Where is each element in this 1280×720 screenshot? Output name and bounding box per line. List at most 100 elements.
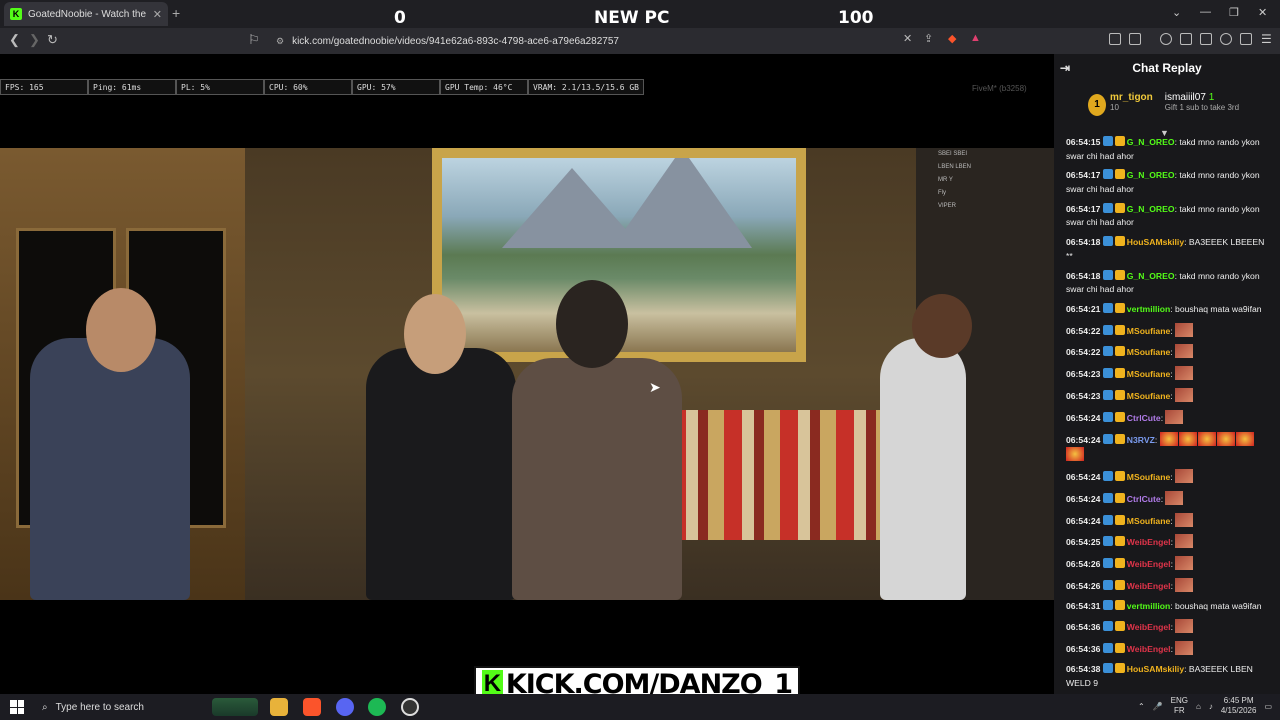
chat-message[interactable]: 06:54:31 vertmillion: boushaq mata wa9if… xyxy=(1066,599,1270,614)
chat-message[interactable]: 06:54:15 G_N_OREO: takd mno rando ykon s… xyxy=(1066,136,1270,163)
chat-username[interactable]: G_N_OREO xyxy=(1127,170,1175,180)
chat-message[interactable]: 06:54:23 MSoufiane: xyxy=(1066,366,1270,382)
tab-list-chevron-icon[interactable]: ⌄ xyxy=(1172,6,1181,19)
chat-message[interactable]: 06:54:36 WeibEngel: xyxy=(1066,641,1270,657)
gifter-first[interactable]: mr_tigon 10 xyxy=(1110,92,1153,112)
chat-message[interactable]: 06:54:23 MSoufiane: xyxy=(1066,388,1270,404)
vpn-icon[interactable] xyxy=(1240,33,1252,45)
chat-message[interactable]: 06:54:24 N3RVZ: xyxy=(1066,431,1270,463)
chat-message[interactable]: 06:54:24 MSoufiane: xyxy=(1066,512,1270,529)
bookmark-icon[interactable]: ⚐ xyxy=(248,32,260,48)
chat-username[interactable]: CtrlCute xyxy=(1127,413,1161,423)
brave-icon[interactable] xyxy=(303,698,321,716)
painting-mountain xyxy=(612,158,752,248)
file-explorer-icon[interactable] xyxy=(270,698,288,716)
tab-close-icon[interactable]: ✕ xyxy=(153,8,162,21)
chat-message[interactable]: 06:54:24 MSoufiane: xyxy=(1066,468,1270,485)
chat-username[interactable]: MSoufiane xyxy=(1127,326,1170,336)
obs-icon[interactable] xyxy=(401,698,419,716)
chat-message[interactable]: 06:54:24 CtrlCute: xyxy=(1066,490,1270,507)
chat-username[interactable]: N3RVZ xyxy=(1127,435,1155,445)
clock[interactable]: 6:45 PM 4/15/2026 xyxy=(1221,696,1257,716)
back-icon[interactable]: ❮ xyxy=(9,32,20,48)
share-icon[interactable]: ⇪ xyxy=(924,32,933,45)
network-icon[interactable]: ⌂ xyxy=(1196,702,1201,711)
chat-username[interactable]: WeibEngel xyxy=(1127,537,1171,547)
chat-message[interactable]: 06:54:22 MSoufiane: xyxy=(1066,322,1270,339)
chat-message[interactable]: 06:54:21 vertmillion: boushaq mata wa9if… xyxy=(1066,302,1270,317)
scroll-to-bottom-icon[interactable]: ▼ xyxy=(1160,128,1169,138)
brave-shield-icon[interactable]: ◆ xyxy=(948,32,956,45)
close-window-icon[interactable]: ✕ xyxy=(1258,6,1267,19)
chat-username[interactable]: CtrlCute xyxy=(1127,494,1161,504)
leo-icon[interactable] xyxy=(1220,33,1232,45)
windows-start-icon[interactable] xyxy=(10,700,24,714)
chat-message[interactable]: 06:54:17 G_N_OREO: takd mno rando ykon s… xyxy=(1066,169,1270,196)
chat-username[interactable]: MSoufiane xyxy=(1127,472,1170,482)
microphone-icon[interactable]: 🎤 xyxy=(1153,702,1163,711)
chat-messages: 06:54:15 G_N_OREO: takd mno rando ykon s… xyxy=(1054,136,1280,694)
menu-icon[interactable]: ☰ xyxy=(1261,32,1272,46)
discord-icon[interactable] xyxy=(336,698,354,716)
chat-username[interactable]: G_N_OREO xyxy=(1127,271,1175,281)
volume-icon[interactable]: ♪ xyxy=(1209,702,1213,711)
chat-username[interactable]: WeibEngel xyxy=(1127,644,1171,654)
chat-timestamp: 06:54:23 xyxy=(1066,391,1101,401)
chat-username[interactable]: WeibEngel xyxy=(1127,559,1171,569)
chat-message[interactable]: 06:54:26 WeibEngel: xyxy=(1066,556,1270,572)
chat-timestamp: 06:54:24 xyxy=(1066,515,1101,526)
tab-goatednoobie[interactable]: K GoatedNoobie - Watch the V ✕ xyxy=(4,2,168,26)
new-tab-button[interactable]: + xyxy=(172,5,180,21)
chat-message[interactable]: 06:54:24 CtrlCute: xyxy=(1066,409,1270,426)
reload-icon[interactable]: ↻ xyxy=(47,32,58,48)
chat-text: : xyxy=(1170,325,1173,336)
language-indicator[interactable]: ENG FR xyxy=(1171,696,1188,716)
tray-overflow-icon[interactable]: ⌃ xyxy=(1138,702,1145,711)
chat-emote-icon xyxy=(1197,431,1216,446)
chat-emote-icon xyxy=(1178,431,1197,446)
chat-username[interactable]: MSoufiane xyxy=(1127,516,1170,526)
chat-message[interactable]: 06:54:18 HouSAMskiliy: BA3EEEK LBEEEN ** xyxy=(1066,236,1270,263)
chat-text: : xyxy=(1170,369,1173,380)
verified-badge-icon xyxy=(1102,536,1113,547)
chat-message[interactable]: 06:54:36 WeibEngel: xyxy=(1066,619,1270,635)
reader-icon[interactable] xyxy=(1129,33,1141,45)
notification-icon[interactable]: ▭ xyxy=(1264,702,1272,711)
mute-icon[interactable]: ✕ xyxy=(903,32,912,45)
chat-message[interactable]: 06:54:26 WeibEngel: xyxy=(1066,577,1270,594)
chat-username[interactable]: HouSAMskiliy xyxy=(1127,237,1184,247)
spotify-icon[interactable] xyxy=(368,698,386,716)
sidebar-icon[interactable] xyxy=(1180,33,1192,45)
gifter-second[interactable]: ismaiiil07 1 Gift 1 sub to take 3rd xyxy=(1165,92,1239,112)
extensions-icon[interactable] xyxy=(1109,33,1121,45)
chat-username[interactable]: G_N_OREO xyxy=(1127,204,1175,214)
minimize-icon[interactable]: — xyxy=(1200,6,1211,18)
url-field[interactable]: ⚙ kick.com/goatednoobie/videos/941e62a6-… xyxy=(270,31,990,51)
chat-text: : xyxy=(1160,493,1164,504)
chat-username[interactable]: WeibEngel xyxy=(1127,622,1171,632)
chat-message[interactable]: 06:54:18 G_N_OREO: takd mno rando ykon s… xyxy=(1066,269,1270,297)
brave-rewards-icon[interactable]: ▲ xyxy=(970,32,981,44)
site-info-icon[interactable]: ⚙ xyxy=(276,36,284,47)
chat-message[interactable]: 06:54:17 G_N_OREO: takd mno rando ykon s… xyxy=(1066,202,1270,230)
chat-username[interactable]: vertmillion xyxy=(1127,601,1170,611)
chat-message[interactable]: 06:54:25 WeibEngel: xyxy=(1066,534,1270,550)
media-icon[interactable] xyxy=(1160,33,1172,45)
scene-menu-item: LBEN LBEN xyxy=(938,164,972,170)
chat-username[interactable]: vertmillion xyxy=(1127,304,1170,314)
forward-icon[interactable]: ❯ xyxy=(29,32,40,48)
chat-username[interactable]: MSoufiane xyxy=(1127,369,1170,379)
chat-username[interactable]: MSoufiane xyxy=(1127,347,1170,357)
chat-username[interactable]: MSoufiane xyxy=(1127,391,1170,401)
wallet-icon[interactable] xyxy=(1200,33,1212,45)
scene-menu-item: MR Y xyxy=(938,177,953,183)
taskbar-search[interactable]: ⌕ Type here to search xyxy=(36,697,208,717)
chat-username[interactable]: G_N_OREO xyxy=(1127,137,1175,147)
maximize-icon[interactable]: ❐ xyxy=(1229,6,1239,19)
chat-username[interactable]: HouSAMskiliy xyxy=(1127,664,1184,674)
chat-message[interactable]: 06:54:22 MSoufiane: xyxy=(1066,344,1270,360)
chat-username[interactable]: WeibEngel xyxy=(1127,581,1171,591)
chat-message[interactable]: 06:54:38 HouSAMskiliy: BA3EEEK LBEN WELD… xyxy=(1066,662,1270,690)
collapse-chat-icon[interactable]: ⇥ xyxy=(1060,61,1070,75)
weather-widget-icon[interactable] xyxy=(212,698,258,716)
